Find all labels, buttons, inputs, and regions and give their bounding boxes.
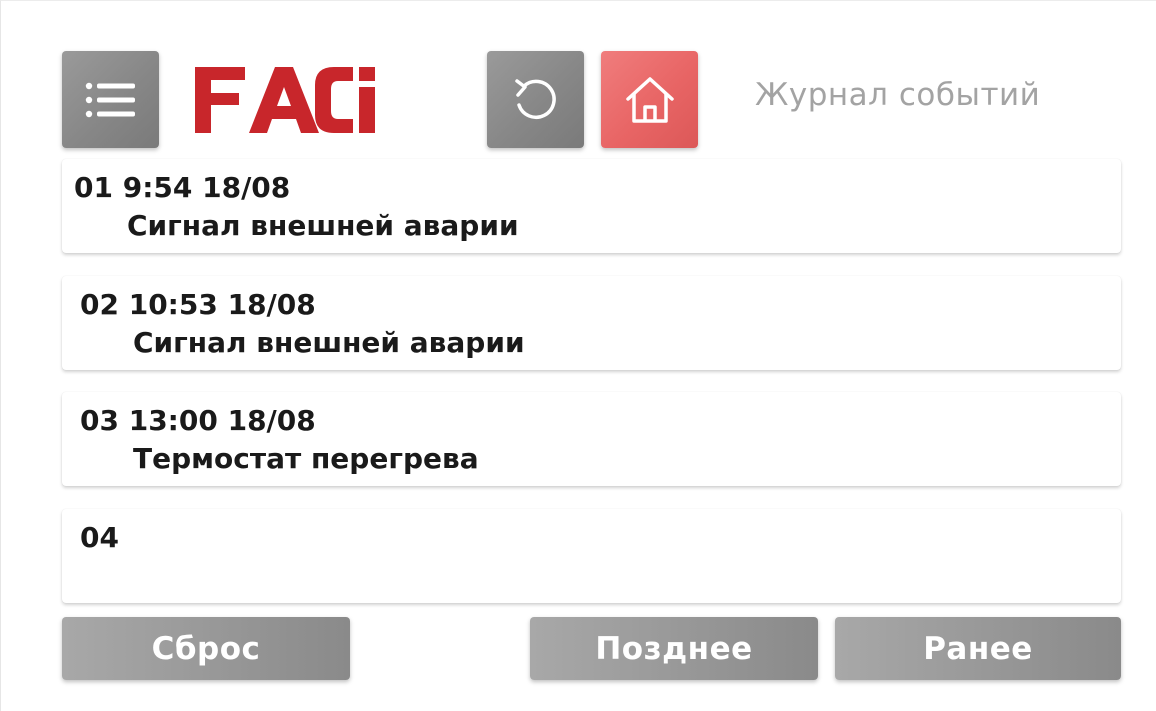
event-timestamp: 03 13:00 18/08: [80, 404, 316, 437]
event-description: Термостат перегрева: [133, 442, 479, 475]
event-row-4[interactable]: 04: [62, 509, 1121, 603]
event-timestamp: 04: [80, 521, 119, 554]
home-icon: [625, 76, 674, 123]
refresh-button[interactable]: [487, 51, 584, 148]
faci-logo: [193, 63, 383, 135]
refresh-icon: [514, 78, 556, 119]
event-row-3[interactable]: 03 13:00 18/08 Термостат перегрева: [62, 392, 1121, 486]
list-menu-icon: [85, 82, 135, 117]
earlier-button[interactable]: Ранее: [835, 617, 1121, 680]
event-description: Сигнал внешней аварии: [127, 209, 519, 242]
event-timestamp: 02 10:53 18/08: [80, 288, 316, 321]
reset-button[interactable]: Сброс: [62, 617, 350, 680]
event-description: Сигнал внешней аварии: [133, 326, 525, 359]
menu-button[interactable]: [62, 51, 159, 148]
event-row-1[interactable]: 01 9:54 18/08 Сигнал внешней аварии: [62, 159, 1121, 253]
event-log-screen: Журнал событий 01 9:54 18/08 Сигнал внеш…: [0, 0, 1156, 711]
event-timestamp: 01 9:54 18/08: [74, 171, 291, 204]
home-button[interactable]: [601, 51, 698, 148]
event-row-2[interactable]: 02 10:53 18/08 Сигнал внешней аварии: [62, 276, 1121, 370]
page-title: Журнал событий: [755, 77, 1041, 113]
later-button[interactable]: Позднее: [530, 617, 818, 680]
